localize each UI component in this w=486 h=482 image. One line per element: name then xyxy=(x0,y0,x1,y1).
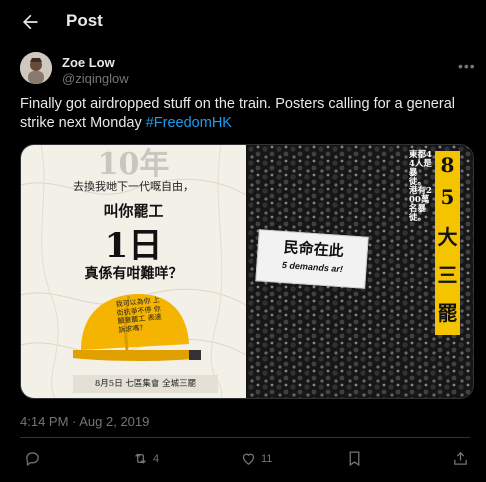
tweet-body: Finally got airdropped stuff on the trai… xyxy=(20,96,455,131)
strike-date-box: 8 5 大 三 罷 xyxy=(435,151,460,335)
avatar-image xyxy=(20,52,52,84)
yellow-char: 5 xyxy=(440,185,455,209)
heart-icon xyxy=(242,453,255,465)
repost-button[interactable]: 4 xyxy=(132,450,159,467)
yellow-char: 8 xyxy=(440,153,455,177)
poster-line1: 去換我哋下一代嘅自由， xyxy=(73,180,194,193)
helmet-text: 我可以為你 上街抗爭不停 你願意罷工 表達訴求嗎？ xyxy=(115,295,162,334)
poster-right-image[interactable]: 民命在此 5 demands ar! 東都44人是暴徒。港有200萬名暴徒。 8… xyxy=(247,145,473,398)
poster-line3: 真係有咁難咩？ xyxy=(84,266,183,282)
poster-big-text: 1日 xyxy=(104,226,163,266)
tweet-text: Finally got airdropped stuff on the trai… xyxy=(20,95,470,133)
vertical-caption: 東都44人是暴徒。港有200萬名暴徒。 xyxy=(409,150,432,223)
share-icon xyxy=(454,451,467,465)
bookmark-icon xyxy=(349,451,360,467)
poster-left-image[interactable]: 10年 去換我哋下一代嘅自由， 叫你罷工 1日 真係有咁難咩？ 我可以為你 上街… xyxy=(21,145,246,398)
bookmark-button[interactable] xyxy=(346,450,363,467)
more-options-icon[interactable]: ••• xyxy=(458,58,476,74)
yellow-char: 罷 xyxy=(437,301,458,325)
repost-count: 4 xyxy=(153,452,160,465)
avatar[interactable] xyxy=(20,52,52,84)
yellow-char: 三 xyxy=(437,263,458,287)
post-timestamp[interactable]: 4:14 PM · Aug 2, 2019 xyxy=(20,414,149,429)
divider xyxy=(20,437,470,438)
arrow-left-icon[interactable] xyxy=(20,12,40,32)
reply-icon xyxy=(26,452,39,467)
like-button[interactable]: 11 xyxy=(240,450,272,467)
page-title: Post xyxy=(66,11,103,30)
author-display-name[interactable]: Zoe Low xyxy=(62,55,115,70)
like-count: 11 xyxy=(261,452,273,465)
repost-icon xyxy=(135,453,146,464)
protest-banner: 民命在此 5 demands ar! xyxy=(255,229,369,289)
hashtag-link[interactable]: #FreedomHK xyxy=(146,115,232,131)
author-handle[interactable]: @ziqinglow xyxy=(62,71,129,86)
poster-footer: 8月5日 七區集會 全城三罷 xyxy=(73,375,218,393)
action-bar: 4 11 xyxy=(0,446,486,474)
share-button[interactable] xyxy=(452,450,469,467)
yellow-char: 大 xyxy=(437,225,458,249)
top-bar: Post xyxy=(0,0,486,44)
reply-button[interactable] xyxy=(24,450,45,467)
tweet-media[interactable]: 10年 去換我哋下一代嘅自由， 叫你罷工 1日 真係有咁難咩？ 我可以為你 上街… xyxy=(20,144,474,399)
